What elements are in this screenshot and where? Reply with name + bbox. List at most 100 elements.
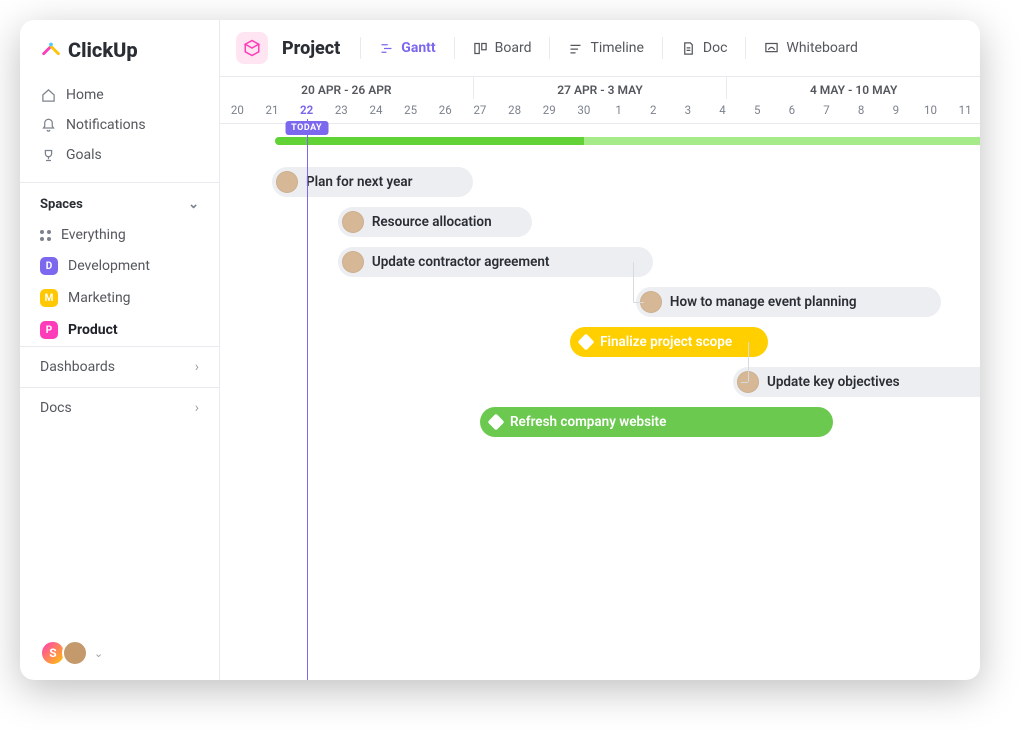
today-pill: TODAY — [285, 121, 328, 135]
day-label[interactable]: 1 — [601, 99, 636, 123]
chevron-down-icon: ⌄ — [94, 647, 103, 660]
clickup-logo-icon — [40, 39, 62, 61]
gantt-chart-area[interactable]: Plan for next year Resource allocation Upd… — [220, 167, 980, 680]
space-label: Marketing — [68, 290, 131, 306]
avatar — [342, 251, 364, 273]
dependency-connector — [748, 342, 749, 382]
space-label: Product — [68, 322, 118, 338]
space-badge: P — [40, 321, 58, 339]
sidebar: ClickUp Home Notifications Goals — [20, 20, 220, 680]
gantt-task-website[interactable]: Refresh company website — [480, 407, 834, 437]
app-window: ClickUp Home Notifications Goals — [20, 20, 980, 680]
day-label[interactable]: 21 — [255, 99, 290, 123]
day-label[interactable]: 8 — [844, 99, 879, 123]
nav-goals[interactable]: Goals — [30, 140, 209, 170]
view-label: Timeline — [590, 40, 643, 56]
nav-main: Home Notifications Goals — [20, 76, 219, 174]
chevron-right-icon: › — [195, 359, 199, 375]
brand-logo[interactable]: ClickUp — [20, 38, 219, 76]
day-label[interactable]: 5 — [740, 99, 775, 123]
separator — [549, 37, 550, 59]
timeline-icon — [568, 41, 583, 56]
view-whiteboard[interactable]: Whiteboard — [752, 34, 870, 62]
chevron-down-icon: ⌄ — [188, 197, 199, 212]
timeline-progress-track — [275, 137, 980, 145]
timeline-progress-fill — [275, 137, 583, 145]
space-development[interactable]: D Development — [30, 250, 209, 282]
avatar — [276, 171, 298, 193]
nav-label: Home — [66, 87, 104, 103]
view-timeline[interactable]: Timeline — [556, 34, 655, 62]
home-icon — [40, 88, 56, 103]
spaces-header-label: Spaces — [40, 197, 83, 212]
view-label: Whiteboard — [786, 40, 858, 56]
day-label[interactable]: 24 — [359, 99, 394, 123]
day-label[interactable]: 9 — [878, 99, 913, 123]
view-label: Board — [495, 40, 532, 56]
timeline-header: 20 APR - 26 APR27 APR - 3 MAY4 MAY - 10 … — [220, 77, 980, 124]
day-label[interactable]: 4 — [705, 99, 740, 123]
space-label: Everything — [61, 227, 126, 243]
nav-notifications[interactable]: Notifications — [30, 110, 209, 140]
gantt-timeline: 20 APR - 26 APR27 APR - 3 MAY4 MAY - 10 … — [220, 77, 980, 680]
day-label[interactable]: 28 — [497, 99, 532, 123]
day-label[interactable]: 20 — [220, 99, 255, 123]
day-label[interactable]: 2 — [636, 99, 671, 123]
trophy-icon — [40, 148, 56, 163]
brand-name: ClickUp — [68, 38, 138, 62]
main-panel: Project Gantt Board Timeline — [220, 20, 980, 680]
gantt-task-resource[interactable]: Resource allocation — [338, 207, 532, 237]
task-label: Finalize project scope — [600, 334, 732, 350]
gantt-task-objectives[interactable]: Update key objectives — [733, 367, 980, 397]
gantt-task-plan[interactable]: Plan for next year — [272, 167, 473, 197]
dependency-connector — [633, 302, 644, 303]
task-label: Refresh company website — [510, 414, 666, 430]
avatar — [62, 640, 88, 666]
nav-home[interactable]: Home — [30, 80, 209, 110]
view-board[interactable]: Board — [461, 34, 544, 62]
day-row: 2021222324252627282930123456789101112 — [220, 99, 980, 123]
day-label[interactable]: 26 — [428, 99, 463, 123]
space-product[interactable]: P Product — [30, 314, 209, 346]
task-label: How to manage event planning — [670, 294, 857, 310]
nav-label: Goals — [66, 147, 102, 163]
view-doc[interactable]: Doc — [669, 34, 740, 62]
separator — [360, 37, 361, 59]
today-line — [307, 119, 308, 680]
doc-icon — [681, 41, 696, 56]
space-everything[interactable]: Everything — [30, 220, 209, 250]
presence-bar[interactable]: S ⌄ — [20, 640, 219, 666]
separator — [662, 37, 663, 59]
task-label: Resource allocation — [372, 214, 492, 230]
space-marketing[interactable]: M Marketing — [30, 282, 209, 314]
day-label[interactable]: 11 — [948, 99, 980, 123]
gantt-task-contractor[interactable]: Update contractor agreement — [338, 247, 653, 277]
gantt-task-scope[interactable]: Finalize project scope — [570, 327, 768, 357]
day-label[interactable]: 7 — [809, 99, 844, 123]
view-label: Gantt — [401, 40, 435, 56]
avatar — [342, 211, 364, 233]
separator — [745, 37, 746, 59]
week-row: 20 APR - 26 APR27 APR - 3 MAY4 MAY - 10 … — [220, 77, 980, 99]
project-icon — [236, 32, 268, 64]
dependency-connector — [741, 382, 748, 383]
task-label: Update contractor agreement — [372, 254, 550, 270]
day-label[interactable]: 30 — [567, 99, 602, 123]
gantt-icon — [379, 41, 394, 56]
day-label[interactable]: 29 — [532, 99, 567, 123]
sidebar-docs[interactable]: Docs › — [20, 387, 219, 428]
day-label[interactable]: 3 — [671, 99, 706, 123]
view-gantt[interactable]: Gantt — [367, 34, 447, 62]
day-label[interactable]: 27 — [463, 99, 498, 123]
day-label[interactable]: 10 — [913, 99, 948, 123]
gantt-task-event[interactable]: How to manage event planning — [636, 287, 941, 317]
task-label: Plan for next year — [306, 174, 412, 190]
sidebar-dashboards[interactable]: Dashboards › — [20, 346, 219, 387]
day-label[interactable]: 23 — [324, 99, 359, 123]
day-label[interactable]: 25 — [393, 99, 428, 123]
space-badge: D — [40, 257, 58, 275]
spaces-header[interactable]: Spaces ⌄ — [20, 182, 219, 220]
task-label: Update key objectives — [767, 374, 900, 390]
day-label[interactable]: 6 — [775, 99, 810, 123]
view-label: Doc — [703, 40, 728, 56]
